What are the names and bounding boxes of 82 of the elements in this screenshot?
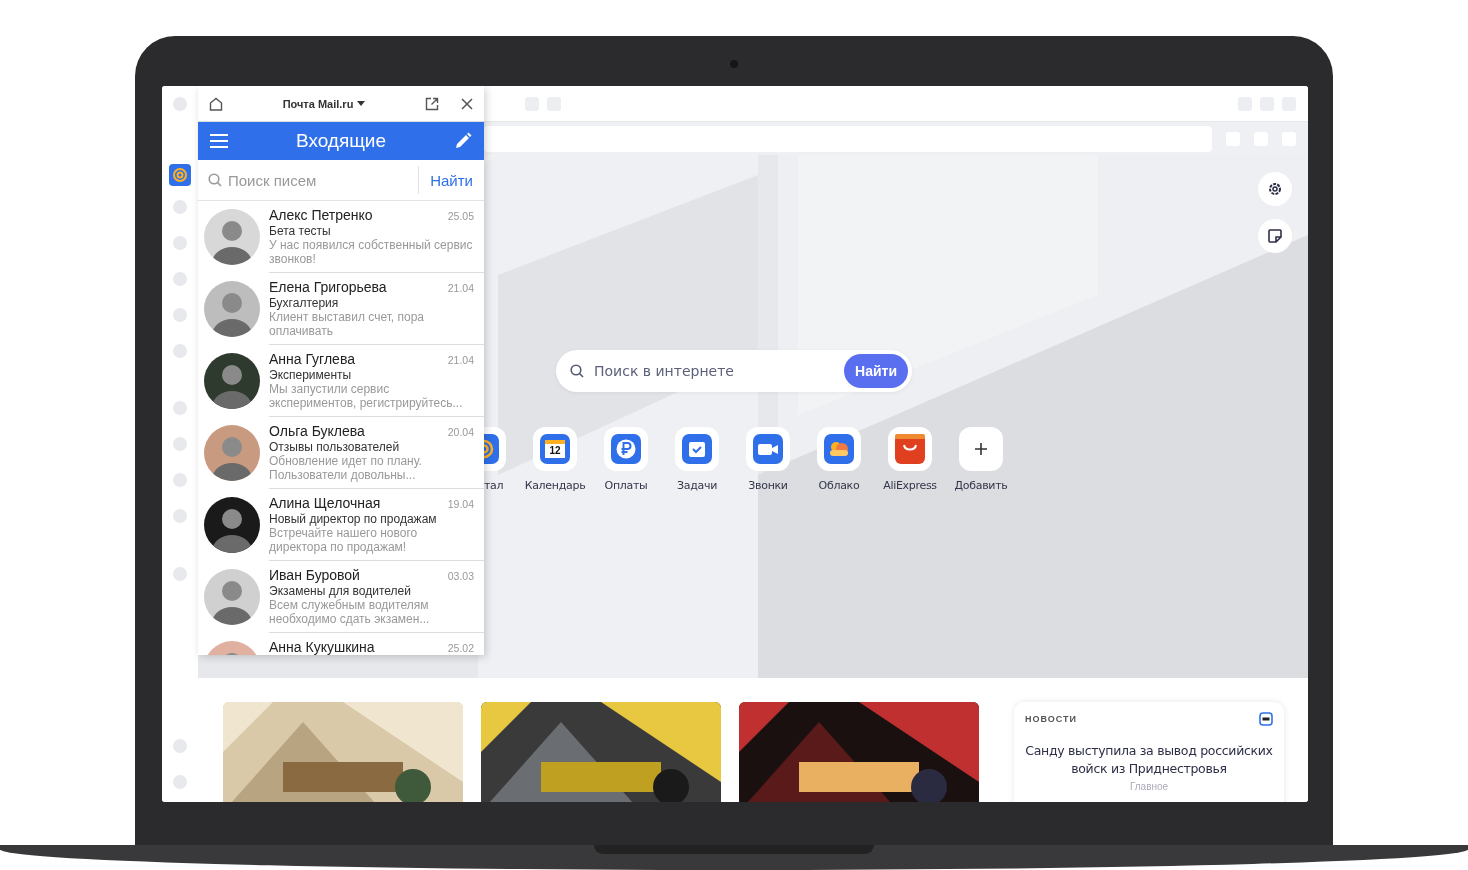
message-preview: Обновление идет по плану. Пользователи довольны... [269, 454, 423, 482]
message-date: 21.04 [447, 354, 474, 366]
sender-name[interactable]: Иван Буровой [269, 567, 360, 583]
news-source: Главное [1129, 781, 1169, 792]
message-date: 25.02 [447, 642, 474, 654]
message-date: 03.03 [447, 570, 474, 582]
compose-button[interactable] [454, 132, 472, 150]
avatar [204, 425, 260, 481]
settings-icon [1267, 181, 1283, 197]
sticky-note-icon [1267, 228, 1283, 244]
message-subject: Бухгалтерия [269, 296, 340, 310]
camera-icon [730, 60, 738, 68]
calendar-icon: 12 [540, 434, 570, 464]
shortcut-tile[interactable] [817, 427, 861, 471]
shortcut-label: Добавить [954, 479, 1008, 492]
pencil-icon [454, 132, 472, 150]
close-button[interactable] [461, 97, 473, 110]
video-camera-icon [753, 434, 783, 464]
message-preview: Клиент выставил счет, пора оплачивать [269, 310, 426, 338]
open-external-button[interactable] [425, 96, 439, 111]
message-date: 19.04 [447, 498, 474, 510]
search-button[interactable]: Найти [844, 354, 908, 388]
message-date: 20.04 [447, 426, 474, 438]
shortcut-tile[interactable] [675, 427, 719, 471]
shortcut-label: Облако [818, 479, 860, 492]
folder-title: Входящие [294, 130, 388, 152]
news-headline[interactable]: Санду выступила за вывод российских войск из Приднестровья [1025, 742, 1273, 778]
sender-name[interactable]: Анна Кукушкина [269, 639, 375, 655]
plus-icon [974, 442, 988, 456]
shopping-bag-icon [895, 434, 925, 464]
widget-icon[interactable] [1259, 712, 1273, 726]
message-preview: У нас появился собственный сервис звонков! [269, 238, 474, 266]
home-button[interactable] [209, 96, 223, 111]
message-preview: Встречайте нашего нового директора по продажам! [269, 526, 419, 554]
search-icon [570, 364, 584, 378]
message-subject: Бета тесты [269, 224, 332, 238]
caret-icon [357, 101, 366, 106]
menu-button[interactable] [210, 133, 228, 149]
message-subject: Отзывы пользователей [269, 440, 401, 454]
sender-name[interactable]: Алина Щелочная [269, 495, 381, 511]
close-icon [461, 97, 473, 110]
shortcut-tile[interactable] [604, 427, 648, 471]
shortcut-tile[interactable] [959, 427, 1003, 471]
search-icon [208, 173, 222, 187]
cloud-icon [824, 434, 854, 464]
shortcut-label: Задачи [677, 479, 717, 492]
avatar [204, 497, 260, 553]
search-placeholder: Поиск в интернете [594, 363, 735, 379]
panel-title[interactable]: Почта Mail.ru [231, 97, 417, 110]
shortcut-label: Календарь [524, 479, 586, 492]
avatar [204, 353, 260, 409]
shortcut-tile[interactable] [888, 427, 932, 471]
shortcut-label: AliExpress [883, 479, 937, 492]
sender-name[interactable]: Елена Григорьева [269, 279, 387, 295]
shortcut-label: тал [484, 479, 504, 492]
message-preview: Мы запустили сервис экспериментов, регистрируйтесь... [269, 382, 464, 410]
message-subject: Экзамены для водителей [269, 584, 412, 598]
news-heading: НОВОСТИ [1025, 714, 1078, 724]
web-search-field[interactable]: Поиск в интернете Найти [556, 350, 912, 392]
address-field[interactable] [484, 125, 1212, 152]
message-date: 25.05 [447, 210, 474, 222]
menu-icon [210, 133, 228, 149]
avatar [204, 569, 260, 625]
shortcut-label: Звонки [748, 479, 788, 492]
message-subject: Новый директор по продажам [269, 512, 438, 526]
message-preview: Всем служебным водителям необходимо сдать экзамен... [269, 598, 431, 626]
ruble-icon [611, 434, 641, 464]
home-icon [209, 96, 223, 111]
external-link-icon [425, 96, 439, 111]
sender-name[interactable]: Ольга Буклева [269, 423, 365, 439]
find-button[interactable]: Найти [418, 166, 484, 194]
avatar [204, 209, 260, 265]
avatar [204, 281, 260, 337]
search-placeholder: Поиск писем [228, 171, 317, 189]
message-subject: Эксперименты [269, 368, 353, 382]
sender-name[interactable]: Алекс Петренко [269, 207, 373, 223]
shortcut-label: Оплаты [604, 479, 648, 492]
shortcut-tile[interactable]: 12 [533, 427, 577, 471]
sender-name[interactable]: Анна Гуглева [269, 351, 355, 367]
message-date: 21.04 [447, 282, 474, 294]
shortcut-tile[interactable] [746, 427, 790, 471]
checklist-icon [682, 434, 712, 464]
